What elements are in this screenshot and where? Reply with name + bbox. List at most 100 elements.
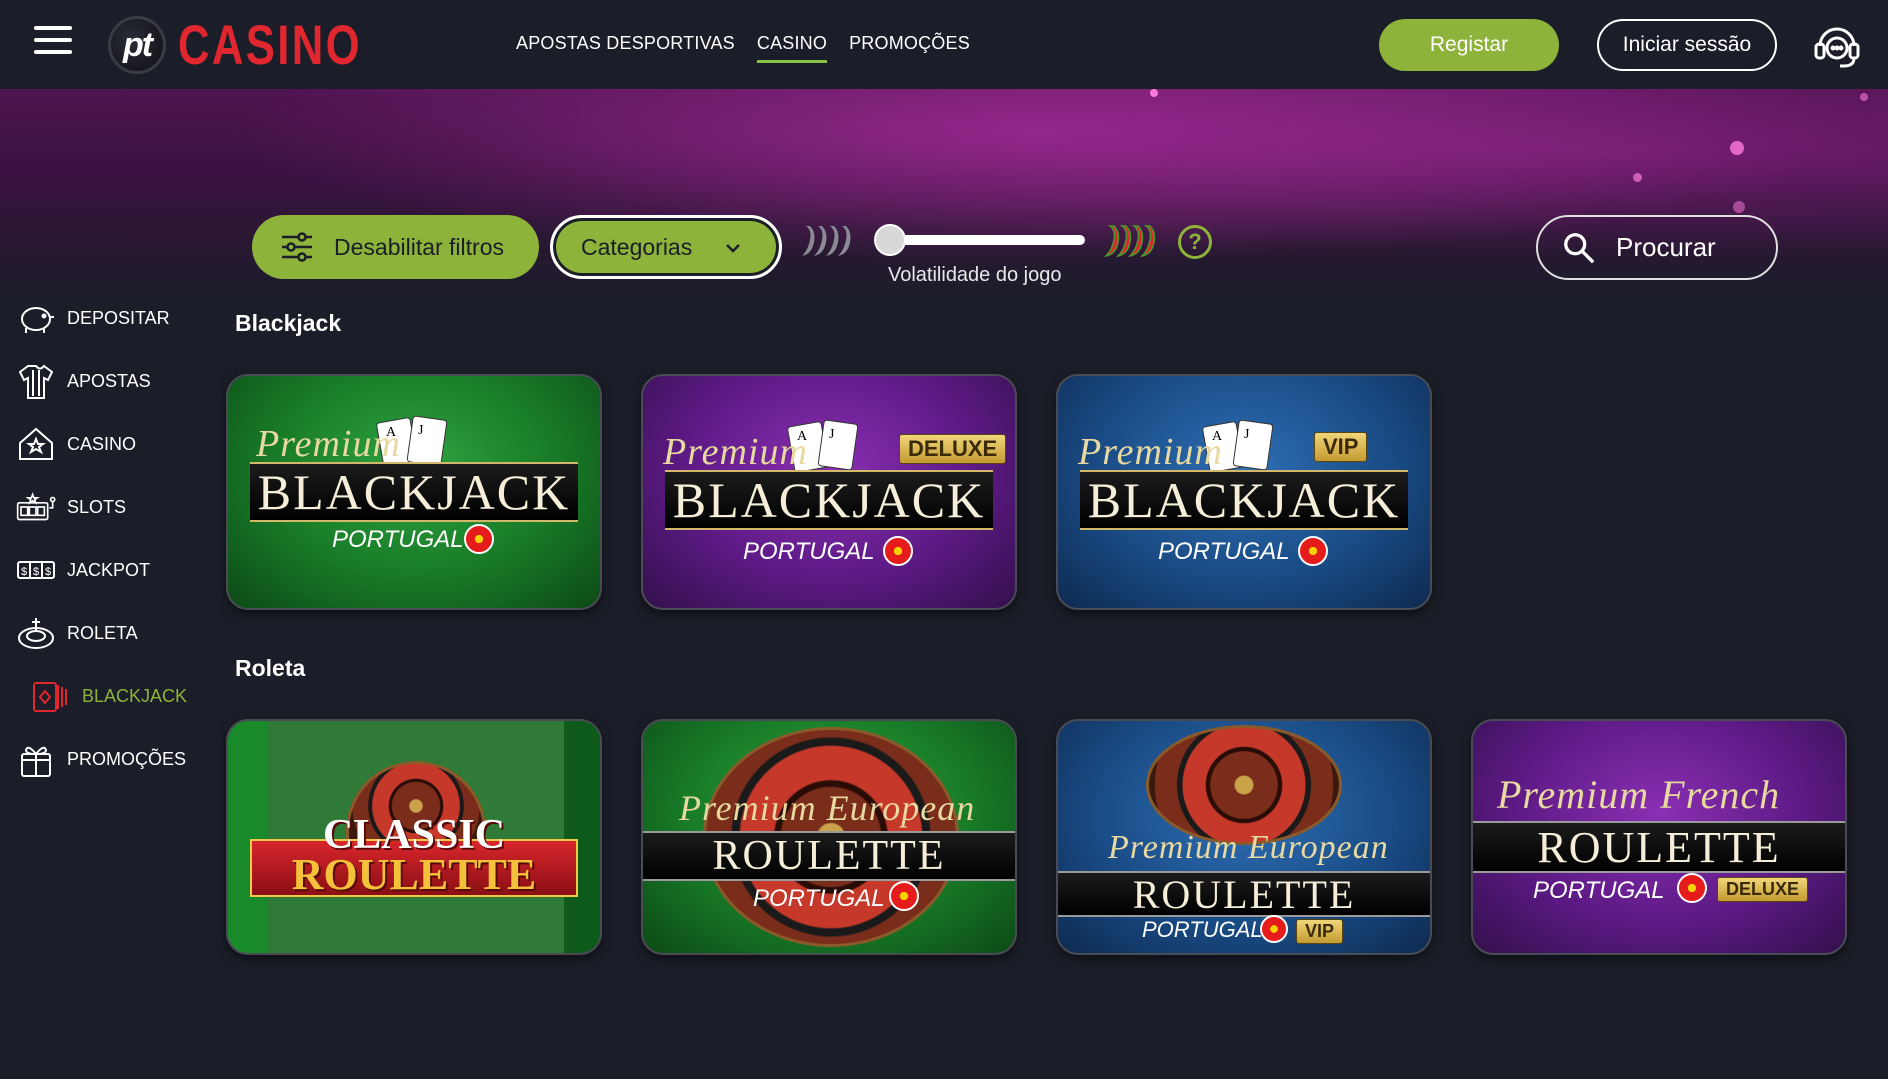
game-card-premium-european-roulette[interactable]: Premium European ROULETTE PORTUGAL — [641, 719, 1017, 955]
jackpot-icon: $ $ $ — [17, 561, 55, 579]
game-card-premium-blackjack[interactable]: AJ Premium BLACKJACK PORTUGAL — [226, 374, 602, 610]
sidebar-item-slots[interactable]: SLOTS — [0, 487, 220, 527]
game-premium-label: Premium European — [679, 788, 976, 828]
game-premium-label: Premium — [663, 431, 808, 473]
section-title-blackjack: Blackjack — [235, 310, 342, 336]
game-subtitle: PORTUGAL — [1533, 877, 1665, 904]
game-title: BLACKJACK — [672, 472, 986, 528]
nav-apostas-desportivas[interactable]: APOSTAS DESPORTIVAS — [516, 33, 735, 63]
sidebar-item-promocoes[interactable]: PROMOÇÕES — [0, 739, 220, 779]
register-button[interactable]: Registar — [1379, 19, 1559, 71]
game-title-bar: ROULETTE — [1058, 871, 1430, 917]
categories-dropdown[interactable]: Categorias — [550, 215, 782, 279]
nav-promocoes[interactable]: PROMOÇÕES — [849, 33, 970, 63]
portugal-flag-icon — [883, 536, 913, 566]
roulette-icon — [18, 618, 54, 649]
portugal-flag-icon — [1298, 536, 1328, 566]
login-button[interactable]: Iniciar sessão — [1597, 19, 1777, 71]
sidebar-item-roleta[interactable]: ROLETA — [0, 613, 220, 653]
sidebar-item-label: DEPOSITAR — [67, 307, 170, 328]
game-premium-label: Premium European — [1108, 829, 1389, 866]
game-badge: DELUXE — [1717, 877, 1809, 902]
sidebar-item-label: APOSTAS — [67, 370, 151, 391]
logo-text: CASINO — [178, 13, 362, 76]
sidebar-item-label: JACKPOT — [67, 559, 151, 580]
disable-filters-label: Desabilitar filtros — [334, 233, 504, 260]
game-title: ROULETTE — [1132, 871, 1356, 917]
portugal-flag-icon — [1260, 915, 1288, 943]
game-badge: DELUXE — [899, 434, 1007, 464]
site-logo[interactable]: pt CASINO — [108, 16, 414, 74]
search-input[interactable] — [1616, 232, 1776, 263]
nav-casino[interactable]: CASINO — [756, 33, 828, 63]
sliders-icon — [282, 232, 312, 262]
portugal-flag-icon — [1677, 873, 1707, 903]
sidebar-item-label: SLOTS — [67, 496, 127, 517]
game-title-bar: BLACKJACK — [250, 462, 578, 522]
portugal-flag-icon — [464, 524, 494, 554]
sidebar-item-label: PROMOÇÕES — [67, 748, 187, 769]
sidebar-item-depositar[interactable]: DEPOSITAR — [0, 298, 220, 338]
top-header: pt CASINO APOSTAS DESPORTIVAS CASINO PRO… — [0, 0, 1888, 89]
game-title: ROULETTE — [1537, 822, 1781, 872]
svg-text:$: $ — [21, 566, 27, 578]
categories-label: Categorias — [581, 233, 693, 260]
game-premium-label: Premium — [1078, 431, 1223, 473]
support-headset-icon[interactable] — [1812, 20, 1862, 70]
cards-icon — [33, 682, 67, 712]
game-title: BLACKJACK — [257, 464, 571, 520]
jersey-icon — [18, 364, 54, 399]
game-title: BLACKJACK — [1087, 472, 1401, 528]
game-subtitle: PORTUGAL — [332, 526, 464, 553]
game-card-classic-roulette[interactable]: CLASSIC ROULETTE — [226, 719, 602, 955]
piggy-bank-icon — [21, 307, 54, 333]
sidebar-item-jackpot[interactable]: $ $ $ JACKPOT — [0, 550, 220, 590]
game-card-premium-european-roulette-vip[interactable]: Premium European ROULETTE PORTUGAL VIP — [1056, 719, 1432, 955]
low-volatility-chili-icon — [802, 226, 851, 256]
game-card-premium-french-roulette-deluxe[interactable]: Premium French ROULETTE PORTUGAL DELUXE — [1471, 719, 1847, 955]
slot-machine-icon — [16, 492, 56, 521]
game-badge: VIP — [1314, 432, 1368, 462]
sidebar-item-casino[interactable]: CASINO — [0, 424, 220, 464]
game-premium-label: Premium — [256, 423, 401, 465]
volatility-label: Volatilidade do jogo — [888, 264, 1062, 286]
search-icon — [1564, 232, 1595, 263]
game-subtitle: PORTUGAL — [1158, 538, 1290, 565]
game-subtitle: PORTUGAL — [753, 885, 885, 912]
game-title-bar: BLACKJACK — [665, 470, 993, 530]
search-box[interactable] — [1536, 215, 1778, 280]
game-card-premium-blackjack-vip[interactable]: AJ VIP Premium BLACKJACK PORTUGAL — [1056, 374, 1432, 610]
gift-icon — [21, 746, 51, 777]
svg-text:J: J — [1244, 427, 1250, 442]
game-card-premium-blackjack-deluxe[interactable]: AJ DELUXE Premium BLACKJACK PORTUGAL — [641, 374, 1017, 610]
svg-text:J: J — [418, 423, 424, 438]
volatility-help-icon[interactable]: ? — [1178, 225, 1212, 259]
game-title-bar: ROULETTE — [1473, 821, 1845, 873]
roulette-wheel-image — [1146, 725, 1342, 845]
chevron-down-icon — [726, 244, 740, 253]
svg-text:$: $ — [45, 566, 51, 578]
disable-filters-button[interactable]: Desabilitar filtros — [252, 215, 539, 279]
sidebar-item-label: ROLETA — [67, 622, 138, 643]
game-subtitle: PORTUGAL — [1142, 917, 1263, 942]
volatility-slider-track[interactable] — [876, 235, 1085, 245]
sidebar-item-apostas[interactable]: APOSTAS — [0, 361, 220, 401]
volatility-slider-thumb[interactable] — [874, 224, 906, 256]
game-title: ROULETTE — [712, 833, 946, 879]
game-title-bar: BLACKJACK — [1080, 470, 1408, 530]
svg-text:J: J — [829, 427, 835, 442]
portugal-flag-icon — [889, 881, 919, 911]
svg-text:$: $ — [33, 566, 39, 578]
game-title-bar: ROULETTE — [643, 831, 1015, 881]
game-premium-label: Premium French — [1497, 772, 1781, 817]
logo-badge: pt — [108, 16, 166, 74]
game-subtitle: PORTUGAL — [743, 538, 875, 565]
game-title-line2: ROULETTE — [291, 850, 537, 899]
high-volatility-chili-icon — [1104, 225, 1156, 258]
top-nav: APOSTAS DESPORTIVAS CASINO PROMOÇÕES — [516, 33, 970, 63]
sidebar-item-label: BLACKJACK — [82, 685, 188, 706]
menu-icon[interactable] — [34, 26, 72, 56]
section-title-roleta: Roleta — [235, 655, 306, 681]
sidebar-item-blackjack[interactable]: BLACKJACK — [0, 676, 220, 716]
sidebar-item-label: CASINO — [67, 433, 137, 454]
